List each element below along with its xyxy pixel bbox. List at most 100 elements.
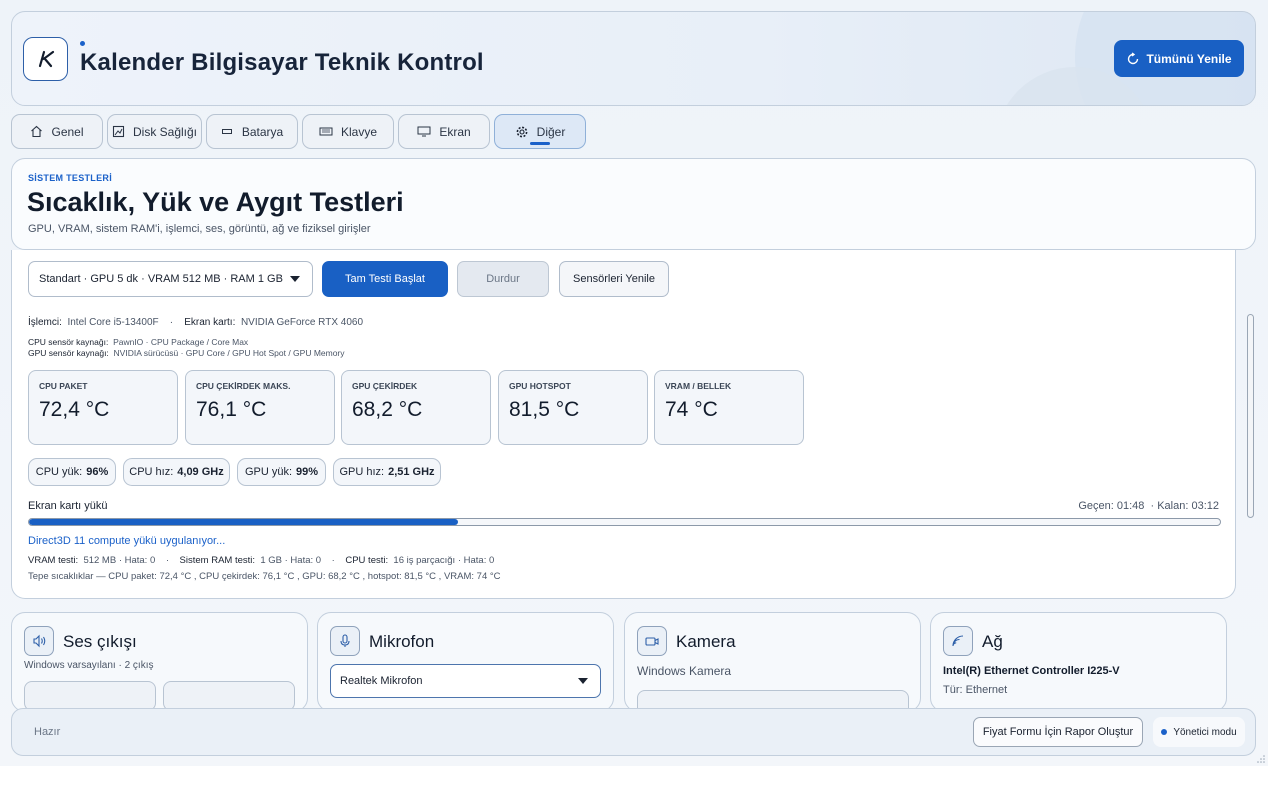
temp-card-gpu-core: GPU ÇEKİRDEK 68,2 °C xyxy=(341,370,491,445)
tab-label: Disk Sağlığı xyxy=(132,124,198,139)
sound-test-button-right[interactable] xyxy=(163,681,295,711)
stop-button[interactable]: Durdur xyxy=(457,261,549,297)
scrollbar-thumb[interactable] xyxy=(1247,314,1254,518)
pill-key: CPU hız: xyxy=(129,466,174,478)
progress-label: Ekran kartı yükü xyxy=(28,500,108,512)
cpu-test-key: CPU testi: xyxy=(345,555,389,566)
pill-key: GPU yük: xyxy=(244,466,293,478)
pill-value: 2,51 GHz xyxy=(388,466,435,478)
test-profile-select[interactable]: Standart · GPU 5 dk · VRAM 512 MB · RAM … xyxy=(28,261,313,297)
microphone-value: Realtek Mikrofon xyxy=(340,675,423,687)
section-eyebrow: SİSTEM TESTLERİ xyxy=(28,173,113,183)
cpu-sensor-source: CPU sensör kaynağı: PawnIO · CPU Package… xyxy=(28,337,248,347)
resize-grip-icon[interactable] xyxy=(1256,754,1266,764)
cpu-source-value: PawnIO · CPU Package / Core Max xyxy=(113,337,249,347)
tab-disk-sagligi[interactable]: Disk Sağlığı xyxy=(107,114,202,149)
chevron-down-icon xyxy=(578,678,588,684)
tab-label: Batarya xyxy=(241,124,284,139)
refresh-all-button[interactable]: Tümünü Yenile xyxy=(1114,40,1244,77)
chevron-down-icon xyxy=(290,276,300,282)
status-dot xyxy=(80,41,85,46)
admin-mode-badge: Yönetici modu xyxy=(1153,717,1245,747)
temp-label: GPU ÇEKİRDEK xyxy=(352,381,418,391)
status-bar: Hazır Fiyat Formu İçin Rapor Oluştur Yön… xyxy=(11,708,1256,756)
camera-card: Kamera Windows Kamera xyxy=(624,612,921,712)
separator: · xyxy=(169,317,174,328)
cpu-load-pill: CPU yük: 96% xyxy=(28,458,116,486)
separator: · xyxy=(165,555,169,566)
temp-value: 74 °C xyxy=(665,398,718,421)
tab-label: Genel xyxy=(51,124,84,139)
tab-ekran[interactable]: Ekran xyxy=(398,114,490,149)
microphone-icon xyxy=(340,634,350,647)
vertical-scrollbar[interactable] xyxy=(1247,262,1255,596)
gear-icon xyxy=(516,126,528,137)
hardware-info: İşlemci: Intel Core i5-13400F · Ekran ka… xyxy=(28,317,363,328)
tab-klavye[interactable]: Klavye xyxy=(302,114,394,149)
temp-card-gpu-hotspot: GPU HOTSPOT 81,5 °C xyxy=(498,370,648,445)
camera-subtitle: Windows Kamera xyxy=(637,664,732,678)
ram-test-key: Sistem RAM testi: xyxy=(179,555,256,566)
temp-value: 72,4 °C xyxy=(39,398,110,421)
app-header: Kalender Bilgisayar Teknik Kontrol Tümün… xyxy=(11,11,1256,106)
home-icon xyxy=(31,125,43,138)
cpu-test-value: 16 iş parçacığı · Hata: 0 xyxy=(393,555,495,566)
system-test-panel: Standart · GPU 5 dk · VRAM 512 MB · RAM … xyxy=(11,250,1236,599)
speaker-icon xyxy=(33,634,46,648)
tab-label: Ekran xyxy=(439,124,471,139)
pill-value: 96% xyxy=(86,466,109,478)
gpu-key: Ekran kartı: xyxy=(184,317,236,328)
section-header: SİSTEM TESTLERİ Sıcaklık, Yük ve Aygıt T… xyxy=(11,158,1256,250)
progress-fill xyxy=(29,519,458,525)
cpu-key: İşlemci: xyxy=(28,317,62,328)
card-title: Mikrofon xyxy=(369,632,435,651)
gpu-speed-pill: GPU hız: 2,51 GHz xyxy=(333,458,441,486)
card-title: Kamera xyxy=(676,632,736,651)
gpu-sensor-source: GPU sensör kaynağı: NVIDIA sürücüsü · GP… xyxy=(28,348,345,358)
start-full-test-button[interactable]: Tam Testi Başlat xyxy=(322,261,448,297)
temp-label: CPU PAKET xyxy=(39,381,88,391)
temp-card-cpu-core-max: CPU ÇEKİRDEK MAKS. 76,1 °C xyxy=(185,370,335,445)
temp-card-vram: VRAM / BELLEK 74 °C xyxy=(654,370,804,445)
sound-test-button-left[interactable] xyxy=(24,681,156,711)
test-profile-value: Standart · GPU 5 dk · VRAM 512 MB · RAM … xyxy=(39,273,283,285)
pill-value: 4,09 GHz xyxy=(177,466,224,478)
tab-genel[interactable]: Genel xyxy=(11,114,103,149)
camera-icon xyxy=(645,637,659,646)
sound-output-subtitle: Windows varsayılanı · 2 çıkış xyxy=(24,660,154,671)
microphone-select[interactable]: Realtek Mikrofon xyxy=(330,664,601,698)
admin-status-dot xyxy=(1161,729,1168,735)
temp-card-cpu-package: CPU PAKET 72,4 °C xyxy=(28,370,178,445)
pill-key: CPU yük: xyxy=(35,466,83,478)
elapsed-time: Geçen: 01:48 xyxy=(1078,500,1145,512)
gpu-source-value: NVIDIA sürücüsü · GPU Core / GPU Hot Spo… xyxy=(113,348,345,358)
network-card: Ağ Intel(R) Ethernet Controller I225-V T… xyxy=(930,612,1227,712)
temp-value: 76,1 °C xyxy=(196,398,267,421)
logo-k-icon xyxy=(38,50,54,68)
test-stats-line: VRAM testi: 512 MB · Hata: 0 · Sistem RA… xyxy=(28,555,494,566)
progress-time: Geçen: 01:48 · Kalan: 03:12 xyxy=(1078,500,1219,512)
tab-label: Diğer xyxy=(536,124,566,139)
status-text: Hazır xyxy=(34,726,61,738)
vram-test-value: 512 MB · Hata: 0 xyxy=(83,555,156,566)
admin-mode-label: Yönetici modu xyxy=(1173,726,1237,738)
refresh-sensors-button[interactable]: Sensörleri Yenile xyxy=(559,261,669,297)
refresh-all-label: Tümünü Yenile xyxy=(1146,51,1232,66)
remaining-time: · Kalan: 03:12 xyxy=(1150,500,1220,512)
temp-label: VRAM / BELLEK xyxy=(665,381,732,391)
cpu-source-key: CPU sensör kaynağı: xyxy=(28,337,109,347)
speaker-icon-box xyxy=(24,626,54,656)
section-subtitle: GPU, VRAM, sistem RAM'i, işlemci, ses, g… xyxy=(28,223,371,235)
network-type: Tür: Ethernet xyxy=(943,684,1008,696)
cpu-speed-pill: CPU hız: 4,09 GHz xyxy=(123,458,230,486)
card-title: Ağ xyxy=(982,632,1003,651)
pill-key: GPU hız: xyxy=(339,466,385,478)
tab-batarya[interactable]: Batarya xyxy=(206,114,298,149)
create-report-button[interactable]: Fiyat Formu İçin Rapor Oluştur xyxy=(973,717,1143,747)
section-title: Sıcaklık, Yük ve Aygıt Testleri xyxy=(27,187,404,217)
tab-diger[interactable]: Diğer xyxy=(494,114,586,149)
monitor-icon xyxy=(417,126,431,137)
app-window: Kalender Bilgisayar Teknik Kontrol Tümün… xyxy=(0,0,1268,766)
battery-icon xyxy=(221,129,232,134)
separator: · xyxy=(331,555,335,566)
